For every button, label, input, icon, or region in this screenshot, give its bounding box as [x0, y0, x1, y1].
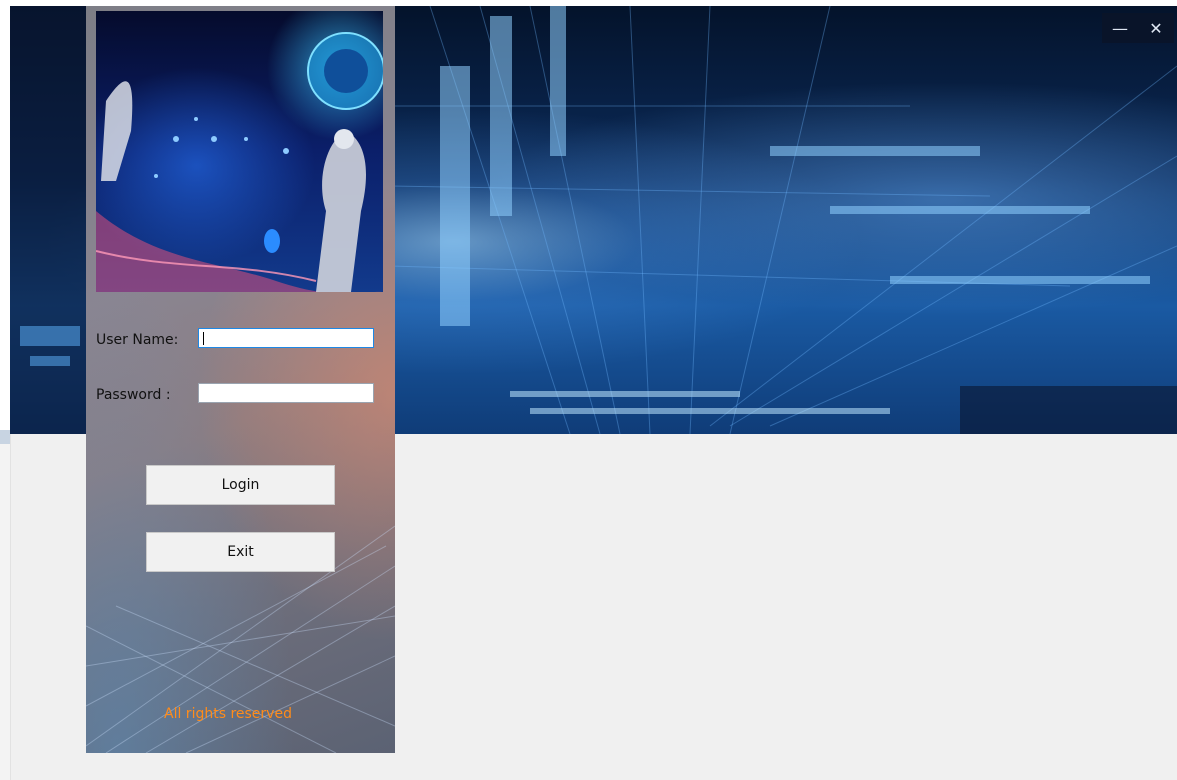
text-caret	[203, 332, 204, 345]
hero-graphic	[96, 32, 383, 292]
edge-highlight	[0, 430, 10, 444]
exit-button[interactable]: Exit	[146, 532, 335, 572]
username-input[interactable]	[198, 328, 374, 348]
hero-image	[96, 11, 383, 292]
password-label: Password :	[96, 387, 171, 403]
background-window-edge	[0, 430, 11, 780]
minimize-icon[interactable]: —	[1105, 19, 1135, 38]
login-button[interactable]: Login	[146, 465, 335, 505]
username-label: User Name:	[96, 332, 179, 348]
password-input[interactable]	[198, 383, 374, 403]
window-controls: — ✕	[1102, 13, 1174, 43]
login-panel: User Name: Password : Login Exit All rig…	[86, 6, 395, 753]
copyright-footer: All rights reserved	[164, 706, 292, 722]
close-icon[interactable]: ✕	[1141, 19, 1171, 38]
